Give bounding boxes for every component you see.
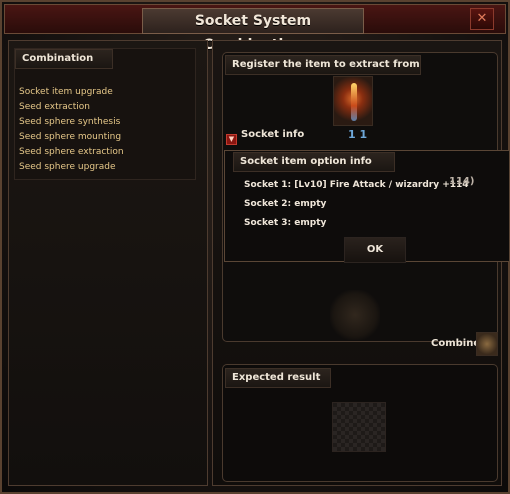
result-item-slot (332, 402, 386, 452)
window-title: Socket System Combination (142, 8, 364, 53)
combination-menu: Socket item upgrade Seed extraction Seed… (19, 85, 124, 175)
ok-button[interactable]: OK (344, 237, 406, 263)
popup-title: Socket item option info (233, 152, 395, 172)
close-button[interactable]: ✕ (470, 8, 494, 30)
menu-item-seed-sphere-synthesis[interactable]: Seed sphere synthesis (19, 115, 124, 130)
menu-item-seed-sphere-upgrade[interactable]: Seed sphere upgrade (19, 160, 124, 175)
socket-info-label: Socket info (241, 129, 305, 140)
socket-3-line: Socket 3: empty (244, 218, 327, 228)
socket-info-toggle[interactable]: ▼ (226, 134, 237, 145)
triangle-down-icon: ▼ (228, 135, 235, 143)
expected-result-label: Expected result (225, 368, 331, 388)
popup-overflow-text: 114) (449, 176, 475, 187)
combine-label: Combine (431, 338, 481, 349)
menu-item-seed-sphere-mounting[interactable]: Seed sphere mounting (19, 130, 124, 145)
item-level-text: 1 1 (348, 128, 368, 141)
socket-1-line: Socket 1: [Lv10] Fire Attack / wizardry … (244, 180, 469, 190)
combine-button[interactable] (476, 332, 498, 356)
register-item-label: Register the item to extract from (225, 55, 421, 75)
menu-item-seed-sphere-extraction[interactable]: Seed sphere extraction (19, 145, 124, 160)
socket-2-line: Socket 2: empty (244, 199, 327, 209)
menu-item-socket-item-upgrade[interactable]: Socket item upgrade (19, 85, 124, 100)
weapon-icon (351, 83, 357, 121)
menu-item-seed-extraction[interactable]: Seed extraction (19, 100, 124, 115)
close-x-icon: ✕ (476, 11, 488, 26)
combination-header: Combination (15, 49, 113, 69)
registered-item-slot[interactable] (333, 76, 373, 126)
combination-mechanism-graphic (330, 290, 380, 340)
